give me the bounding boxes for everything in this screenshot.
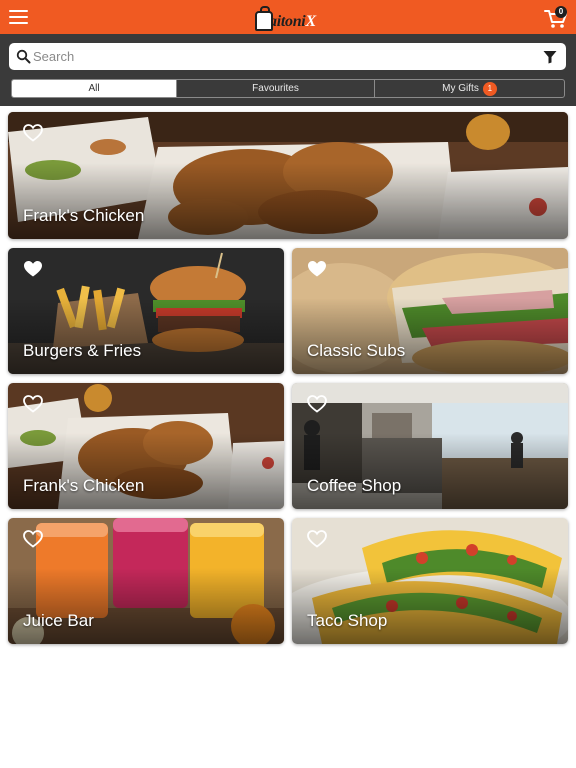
store-name: Burgers & Fries xyxy=(23,341,142,360)
card-shade xyxy=(8,162,568,239)
card-shade xyxy=(8,568,284,644)
store-card-classic-subs[interactable]: Classic Subs xyxy=(292,248,568,374)
search-icon xyxy=(16,49,31,64)
app-logo: aitoniX xyxy=(255,3,319,31)
card-shade xyxy=(292,568,568,644)
heart-outline-icon[interactable] xyxy=(23,530,43,548)
search-input[interactable] xyxy=(33,43,513,70)
tab-all-label: All xyxy=(88,83,100,94)
tab-favourites[interactable]: Favourites xyxy=(177,80,375,97)
heart-filled-icon[interactable] xyxy=(23,260,43,278)
search-box[interactable] xyxy=(9,43,566,70)
store-name: Juice Bar xyxy=(23,611,94,630)
tab-all[interactable]: All xyxy=(12,80,177,97)
store-name: Classic Subs xyxy=(307,341,406,360)
cart-count-badge: 0 xyxy=(555,6,567,18)
gifts-count-badge: 1 xyxy=(482,81,497,96)
store-card-burgers-fries[interactable]: Burgers & Fries xyxy=(8,248,284,374)
app-header: aitoniX 0 xyxy=(0,0,576,34)
store-card-juice-bar[interactable]: Juice Bar xyxy=(8,518,284,644)
tab-favourites-label: Favourites xyxy=(252,83,299,94)
logo-bag-icon xyxy=(255,6,273,31)
store-card-franks-chicken[interactable]: Frank's Chicken xyxy=(8,112,568,239)
heart-outline-icon[interactable] xyxy=(23,395,43,413)
heart-outline-icon[interactable] xyxy=(307,530,327,548)
hamburger-icon[interactable] xyxy=(9,10,28,24)
store-name: Frank's Chicken xyxy=(23,206,145,225)
store-card-taco-shop[interactable]: Taco Shop xyxy=(292,518,568,644)
heart-filled-icon[interactable] xyxy=(307,260,327,278)
heart-outline-icon[interactable] xyxy=(307,395,327,413)
card-shade xyxy=(292,433,568,509)
card-shade xyxy=(292,298,568,374)
filter-bar: All Favourites My Gifts1 xyxy=(0,34,576,106)
heart-outline-icon[interactable] xyxy=(23,124,43,142)
store-name: Coffee Shop xyxy=(307,476,402,495)
logo-text: aitoniX xyxy=(269,13,316,30)
cart-button[interactable]: 0 xyxy=(544,6,568,30)
store-card-coffee-shop[interactable]: Coffee Shop xyxy=(292,383,568,509)
store-card-franks-chicken-2[interactable]: Frank's Chicken xyxy=(8,383,284,509)
category-tabs: All Favourites My Gifts 1 xyxy=(11,79,565,98)
tab-my-gifts[interactable]: My Gifts 1 xyxy=(375,80,564,97)
tab-my-gifts-label: My Gifts xyxy=(442,83,479,94)
filter-icon[interactable] xyxy=(543,50,557,64)
store-name: Taco Shop xyxy=(307,611,388,630)
store-name: Frank's Chicken xyxy=(23,476,145,495)
card-shade xyxy=(8,298,284,374)
card-shade xyxy=(8,433,284,509)
